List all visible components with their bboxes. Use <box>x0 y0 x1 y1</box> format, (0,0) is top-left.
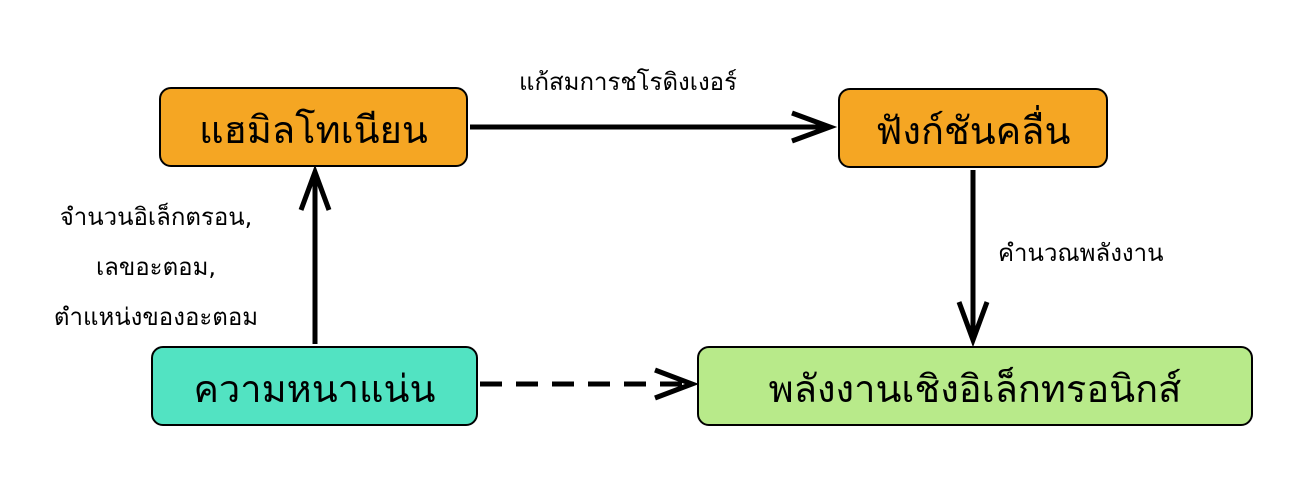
node-hamiltonian: แฮมิลโทเนียน <box>159 87 468 167</box>
edge-label-inputs-line1: จำนวนอิเล็กตรอน, <box>59 203 253 231</box>
edge-label-calculate-energy: คำนวณพลังงาน <box>998 239 1164 267</box>
edge-label-inputs: จำนวนอิเล็กตรอน, เลขอะตอม, ตำแหน่งของอะต… <box>14 192 298 342</box>
diagram-canvas: แฮมิลโทเนียน ฟังก์ชันคลื่น ความหนาแน่น พ… <box>0 0 1302 499</box>
edge-label-inputs-line2: เลขอะตอม, <box>95 253 217 281</box>
edge-label-schrodinger: แก้สมการชโรดิงเงอร์ <box>519 68 737 96</box>
node-wavefunction: ฟังก์ชันคลื่น <box>838 88 1108 168</box>
node-electronic-energy: พลังงานเชิงอิเล็กทรอนิกส์ <box>697 346 1253 426</box>
edge-label-inputs-line3: ตำแหน่งของอะตอม <box>53 303 259 331</box>
node-density: ความหนาแน่น <box>151 346 478 426</box>
